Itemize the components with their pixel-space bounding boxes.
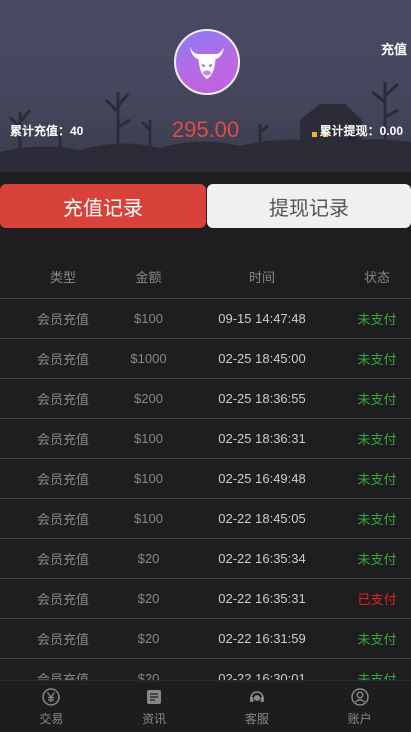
table-row[interactable]: 会员充值 $100 02-22 18:45:05 未支付	[0, 499, 411, 539]
record-tabs: 充值记录 提现记录	[0, 184, 411, 228]
cell-time: 02-25 18:36:55	[218, 391, 306, 406]
account-icon	[350, 687, 370, 707]
header-type: 类型	[49, 270, 76, 285]
cell-time: 02-25 16:49:48	[218, 471, 306, 486]
cell-type: 会员充值	[36, 552, 89, 567]
cell-time: 02-22 18:45:05	[218, 511, 306, 526]
total-withdraw-label: 累计提现：0.00	[319, 124, 403, 138]
table-row[interactable]: 会员充值 $100 09-15 14:47:48 未支付	[0, 299, 411, 339]
bull-logo-icon	[190, 47, 224, 79]
header-status: 状态	[363, 270, 390, 285]
table-row[interactable]: 会员充值 $1000 02-25 18:45:00 未支付	[0, 339, 411, 379]
news-icon	[144, 687, 164, 707]
yen-circle-icon	[41, 687, 61, 707]
recharge-link[interactable]: 充值	[381, 39, 407, 58]
customer-service-icon	[247, 687, 267, 707]
cell-status: 未支付	[357, 312, 397, 327]
cell-status: 未支付	[357, 392, 397, 407]
table-row[interactable]: 会员充值 $100 02-25 16:49:48 未支付	[0, 459, 411, 499]
nav-trade-label: 交易	[39, 711, 64, 726]
cell-type: 会员充值	[36, 352, 89, 367]
cell-amount: $20	[137, 591, 160, 606]
balance-amount: 295.00	[171, 117, 240, 142]
nav-service-label: 客服	[244, 711, 269, 726]
cell-amount: $20	[137, 551, 160, 566]
cell-type: 会员充值	[36, 512, 89, 527]
table-row[interactable]: 会员充值 $200 02-25 18:36:55 未支付	[0, 379, 411, 419]
tab-withdraw-records[interactable]: 提现记录	[207, 184, 411, 228]
table-row[interactable]: 会员充值 $20 02-22 16:31:59 未支付	[0, 619, 411, 659]
records-table: 类型 金额 时间 状态 会员充值 $100 09-15 14:47:48 未支付…	[0, 255, 411, 699]
header-time: 时间	[248, 270, 275, 285]
nav-news-label: 资讯	[142, 711, 167, 726]
cell-amount: $100	[134, 311, 163, 326]
avatar[interactable]	[174, 29, 240, 95]
header-amount: 金额	[135, 270, 162, 285]
cell-status: 未支付	[357, 632, 397, 647]
tab-recharge-records[interactable]: 充值记录	[0, 184, 206, 228]
total-recharge-label: 累计充值：40	[10, 124, 84, 138]
nav-news[interactable]: 资讯	[103, 681, 206, 732]
cell-type: 会员充值	[36, 392, 89, 407]
cell-type: 会员充值	[36, 432, 89, 447]
profile-header: 充值 累计充值：40 295.00 累计提现：0.00	[0, 0, 411, 172]
cell-status: 未支付	[357, 432, 397, 447]
cell-status: 未支付	[357, 472, 397, 487]
cell-status: 未支付	[357, 552, 397, 567]
bottom-nav: 交易 资讯 客服 账户	[0, 680, 411, 732]
cell-time: 02-22 16:35:31	[218, 591, 306, 606]
cell-status: 已支付	[357, 592, 397, 607]
nav-account[interactable]: 账户	[308, 681, 411, 732]
cell-time: 02-25 18:45:00	[218, 351, 306, 366]
cell-amount: $100	[134, 511, 163, 526]
cell-time: 02-25 18:36:31	[218, 431, 306, 446]
cell-type: 会员充值	[36, 632, 89, 647]
cell-time: 02-22 16:31:59	[218, 631, 306, 646]
cell-status: 未支付	[357, 512, 397, 527]
cell-time: 09-15 14:47:48	[218, 311, 306, 326]
table-row[interactable]: 会员充值 $20 02-22 16:35:34 未支付	[0, 539, 411, 579]
cell-type: 会员充值	[36, 472, 89, 487]
nav-account-label: 账户	[347, 711, 372, 726]
cell-amount: $20	[137, 631, 160, 646]
table-row[interactable]: 会员充值 $100 02-25 18:36:31 未支付	[0, 419, 411, 459]
cell-type: 会员充值	[36, 312, 89, 327]
cell-amount: $100	[134, 431, 163, 446]
cell-type: 会员充值	[36, 592, 89, 607]
cell-amount: $200	[134, 391, 163, 406]
cell-amount: $1000	[130, 351, 167, 366]
cell-status: 未支付	[357, 352, 397, 367]
table-header: 类型 金额 时间 状态	[0, 255, 411, 299]
table-row[interactable]: 会员充值 $20 02-22 16:35:31 已支付	[0, 579, 411, 619]
cell-amount: $100	[134, 471, 163, 486]
nav-service[interactable]: 客服	[206, 681, 309, 732]
cell-time: 02-22 16:35:34	[218, 551, 306, 566]
nav-trade[interactable]: 交易	[0, 681, 103, 732]
